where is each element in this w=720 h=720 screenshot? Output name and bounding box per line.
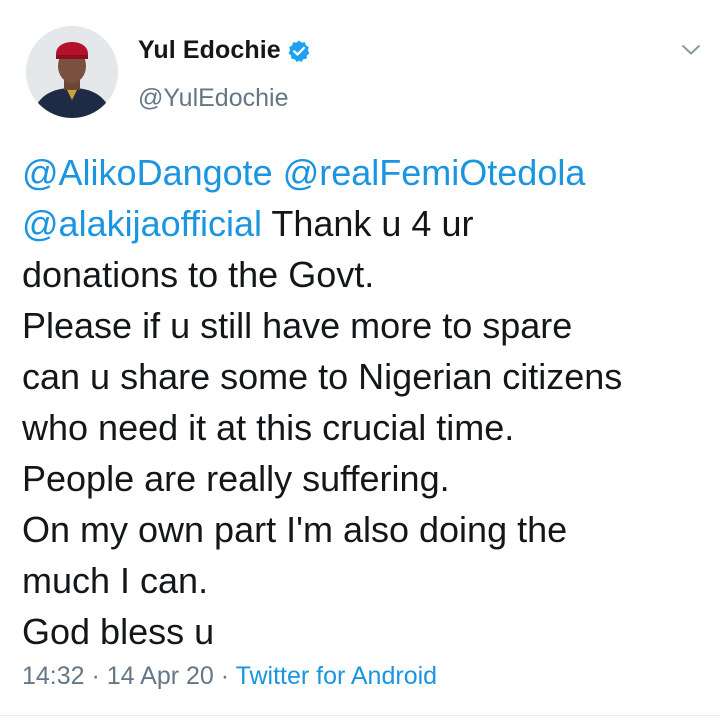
tweet-text-line: Please if u still have more to spare — [22, 305, 573, 346]
tweet-text-line: can u share some to Nigerian citizens — [22, 356, 623, 397]
display-name[interactable]: Yul Edochie — [138, 36, 281, 65]
tweet-text-line: Thank u 4 ur — [262, 203, 474, 244]
tweet-text-line: much I can. — [22, 560, 209, 601]
tweet-text-line: People are really suffering. — [22, 458, 450, 499]
tweet-text-line: On my own part I'm also doing the — [22, 509, 568, 550]
profile-photo-icon — [26, 26, 118, 118]
divider — [0, 715, 720, 716]
chevron-down-icon[interactable] — [679, 38, 703, 62]
verified-badge-icon — [287, 39, 311, 63]
tweet-source-link[interactable]: Twitter for Android — [236, 662, 437, 690]
tweet-meta: 14:32 · 14 Apr 20 · Twitter for Android — [22, 662, 437, 691]
author-name-row: Yul Edochie — [138, 36, 311, 65]
tweet-time[interactable]: 14:32 — [22, 662, 85, 690]
avatar[interactable] — [26, 26, 118, 118]
tweet-date[interactable]: 14 Apr 20 — [107, 662, 214, 690]
mention-link[interactable]: @realFemiOtedola — [283, 152, 586, 193]
tweet-text: @AlikoDangote @realFemiOtedola @alakijao… — [22, 147, 712, 657]
meta-separator: · — [84, 662, 107, 690]
meta-separator: · — [213, 662, 236, 690]
mention-link[interactable]: @AlikoDangote — [22, 152, 273, 193]
mention-link[interactable]: @alakijaofficial — [22, 203, 262, 244]
tweet-text-line: God bless u — [22, 611, 215, 652]
tweet-text-line: who need it at this crucial time. — [22, 407, 515, 448]
tweet-text-line: donations to the Govt. — [22, 254, 375, 295]
tweet-card: Yul Edochie @YulEdochie @AlikoDangote @r… — [0, 0, 720, 720]
author-handle[interactable]: @YulEdochie — [138, 84, 288, 113]
